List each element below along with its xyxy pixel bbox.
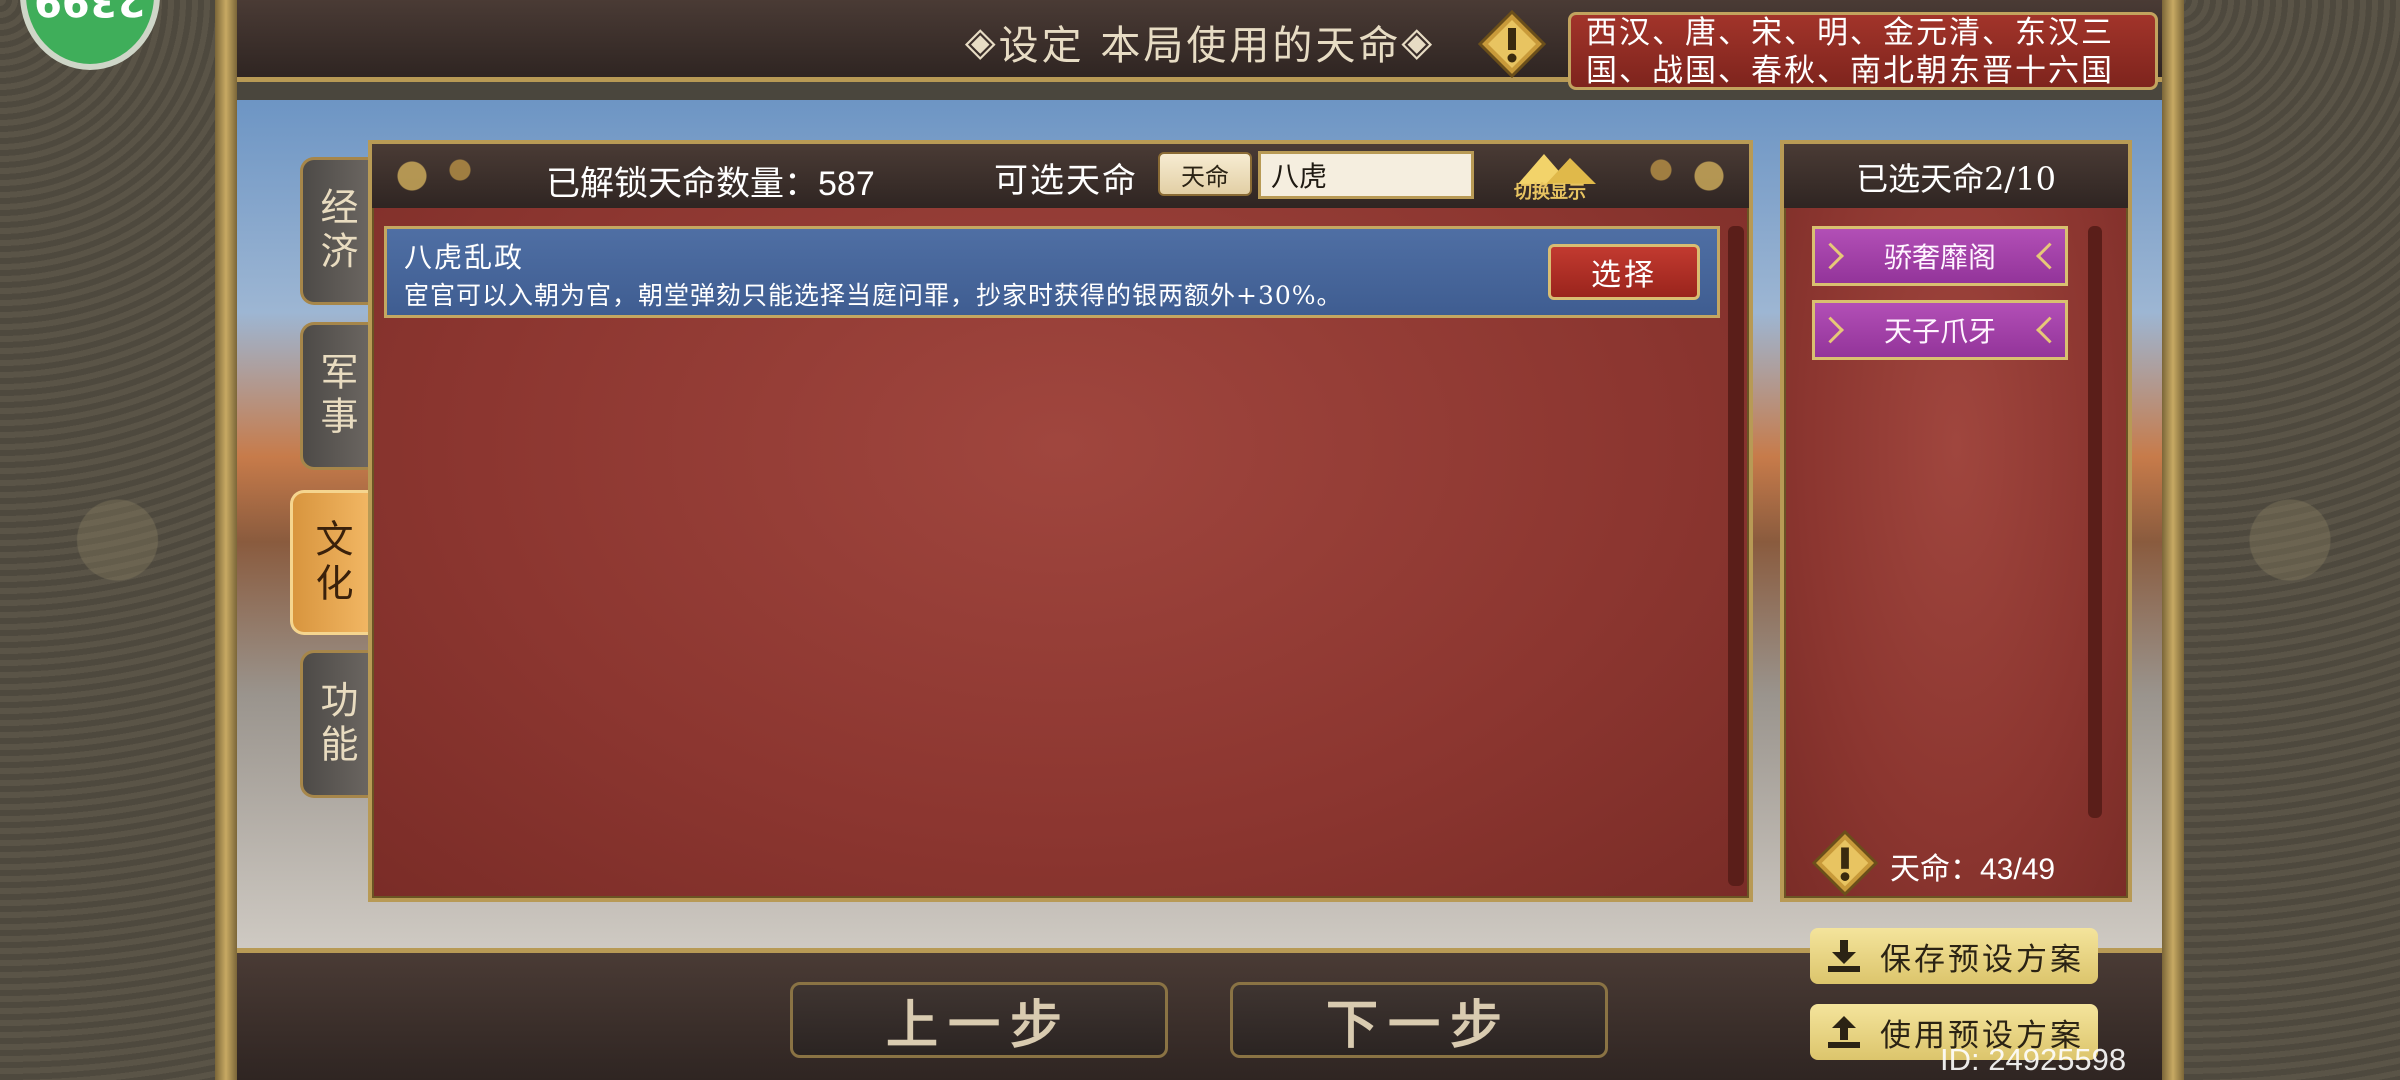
id-watermark: ID: 24925598 bbox=[1940, 1042, 2127, 1077]
filter-tag-label: 天命 bbox=[1181, 162, 1229, 191]
search-input-value: 八虎 bbox=[1271, 160, 1328, 193]
selectable-label: 可选天命 bbox=[994, 161, 1138, 201]
right-decor-panel bbox=[2180, 0, 2400, 1080]
next-step-label: 下一步 bbox=[1325, 994, 1512, 1056]
tab-function[interactable]: 功能 bbox=[300, 650, 370, 798]
left-frame-border bbox=[215, 0, 237, 1080]
points-label: 天命： bbox=[1890, 852, 1980, 887]
title-ornament-left: ◈ bbox=[964, 19, 999, 65]
points-value: 43/49 bbox=[1980, 853, 2056, 886]
filter-tag-button[interactable]: 天命 bbox=[1158, 152, 1252, 196]
tab-culture-label: 文化 bbox=[309, 518, 353, 607]
points-warning-icon[interactable] bbox=[1811, 829, 1879, 897]
list-item-name: 八虎乱政 bbox=[404, 241, 525, 274]
tab-military-label: 军事 bbox=[314, 352, 358, 440]
selected-item[interactable]: 骄奢靡阁 bbox=[1812, 226, 2068, 286]
dragon-ornament-left bbox=[376, 146, 496, 206]
list-scrollbar[interactable] bbox=[1728, 226, 1744, 886]
dynasty-text: 西汉、唐、宋、明、金元清、东汉三国、战国、春秋、南北朝东晋十六国 bbox=[1586, 15, 2114, 89]
dragon-ornament-right bbox=[1625, 146, 1745, 206]
download-icon bbox=[1828, 940, 1860, 972]
list-item-desc: 宦官可以入朝为官，朝堂弹劾只能选择当庭问罪，抄家时获得的银两额外+30%。 bbox=[404, 281, 1343, 310]
search-input[interactable]: 八虎 bbox=[1258, 151, 1474, 199]
points-text: 天命：43/49 bbox=[1890, 844, 2055, 888]
select-button[interactable]: 选择 bbox=[1548, 244, 1700, 300]
right-frame-border bbox=[2162, 0, 2184, 1080]
tab-military[interactable]: 军事 bbox=[300, 322, 370, 470]
selected-item-label: 天子爪牙 bbox=[1883, 315, 1996, 348]
unlocked-count-text: 已解锁天命数量：587 bbox=[546, 156, 875, 205]
next-step-button[interactable]: 下一步 bbox=[1230, 982, 1608, 1058]
prev-step-button[interactable]: 上一步 bbox=[790, 982, 1168, 1058]
selected-item-label: 骄奢靡阁 bbox=[1883, 241, 1996, 274]
left-decor-panel bbox=[0, 0, 235, 1080]
save-preset-label: 保存预设方案 bbox=[1880, 941, 2084, 978]
select-button-label: 选择 bbox=[1591, 258, 1657, 293]
tab-culture[interactable]: 文化 bbox=[290, 490, 370, 635]
logo-text: 2399 bbox=[34, 0, 146, 24]
header-title-text: 设定 本局使用的天命 bbox=[998, 23, 1402, 69]
toggle-display-label: 切换显示 bbox=[1514, 182, 1586, 203]
selected-title: 已选天命2/10 bbox=[1856, 160, 2056, 198]
selected-item[interactable]: 天子爪牙 bbox=[1812, 300, 2068, 360]
save-preset-button[interactable]: 保存预设方案 bbox=[1810, 928, 2098, 984]
header-warning-icon[interactable] bbox=[1477, 9, 1547, 79]
unlocked-label: 已解锁天命数量： bbox=[546, 164, 818, 204]
title-ornament-right: ◈ bbox=[1401, 19, 1436, 65]
prev-step-label: 上一步 bbox=[885, 994, 1072, 1056]
tab-economy-label: 经济 bbox=[314, 187, 358, 275]
selected-scrollbar[interactable] bbox=[2088, 226, 2102, 818]
header-title: ◈ 设定 本局使用的天命 ◈ bbox=[945, 12, 1455, 72]
unlocked-value: 587 bbox=[818, 165, 875, 203]
toggle-display-button[interactable]: 切换显示 bbox=[1510, 146, 1606, 204]
tab-economy[interactable]: 经济 bbox=[300, 157, 370, 305]
upload-icon bbox=[1828, 1016, 1860, 1048]
tab-function-label: 功能 bbox=[314, 680, 358, 768]
